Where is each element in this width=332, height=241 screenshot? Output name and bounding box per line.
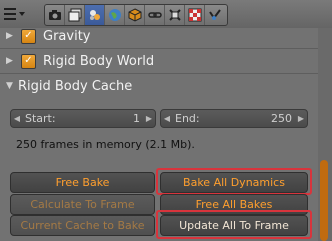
- tab-texture[interactable]: [185, 5, 205, 25]
- cache-end-field[interactable]: ◀ End: 250 ▶: [160, 109, 308, 128]
- bake-all-dynamics-button[interactable]: Bake All Dynamics: [160, 172, 308, 193]
- current-cache-to-bake-button[interactable]: Current Cache to Bake: [10, 215, 155, 236]
- decrement-arrow-icon[interactable]: ◀: [11, 114, 23, 123]
- rigid-body-cache-subpanel-header[interactable]: ▼ Rigid Body Cache: [6, 74, 132, 98]
- rigid-body-world-checkbox[interactable]: ✓: [21, 53, 36, 69]
- tab-modifiers[interactable]: [205, 5, 225, 25]
- collapse-triangle-icon[interactable]: ▼: [6, 81, 16, 91]
- rigid-body-world-subpanel-header[interactable]: ▶ ✓ Rigid Body World: [6, 49, 154, 73]
- start-value: 1: [133, 112, 140, 125]
- texture-icon: [188, 8, 201, 22]
- start-label: Start:: [25, 112, 56, 125]
- tab-object-relations[interactable]: [145, 5, 165, 25]
- expand-triangle-icon[interactable]: ▶: [6, 31, 16, 41]
- cube-icon: [128, 8, 141, 22]
- gravity-label: Gravity: [43, 28, 91, 44]
- tab-render[interactable]: [45, 5, 65, 25]
- tab-render-layers[interactable]: [65, 5, 85, 25]
- modifier-icon: [209, 9, 221, 20]
- constraint-icon: [168, 9, 181, 21]
- layers-icon: [68, 8, 81, 22]
- link-icon: [147, 12, 162, 18]
- panel-menu-icon[interactable]: [4, 7, 26, 21]
- increment-arrow-icon[interactable]: ▶: [143, 114, 155, 123]
- cache-start-field[interactable]: ◀ Start: 1 ▶: [10, 109, 156, 128]
- calculate-to-frame-button[interactable]: Calculate To Frame: [10, 194, 155, 215]
- context-tabs: [44, 4, 228, 26]
- expand-triangle-icon[interactable]: ▶: [6, 56, 16, 66]
- world-icon: [108, 9, 121, 21]
- decrement-arrow-icon[interactable]: ◀: [161, 114, 173, 123]
- tab-constraints[interactable]: [165, 5, 185, 25]
- rigid-body-world-label: Rigid Body World: [43, 53, 155, 69]
- tab-scene[interactable]: [85, 5, 105, 25]
- scene-icon: [89, 10, 100, 20]
- update-all-to-frame-button[interactable]: Update All To Frame: [160, 215, 308, 236]
- end-label: End:: [175, 112, 200, 125]
- free-bake-button[interactable]: Free Bake: [10, 172, 155, 193]
- end-value: 250: [271, 112, 292, 125]
- gravity-checkbox[interactable]: ✓: [21, 28, 36, 44]
- rigid-body-cache-label: Rigid Body Cache: [18, 78, 133, 94]
- tab-object[interactable]: [125, 5, 145, 25]
- camera-icon: [48, 10, 61, 20]
- gravity-subpanel-header[interactable]: ▶ ✓ Gravity: [6, 24, 90, 48]
- scrollbar-thumb[interactable]: [320, 160, 328, 241]
- tab-world[interactable]: [105, 5, 125, 25]
- increment-arrow-icon[interactable]: ▶: [295, 114, 307, 123]
- cache-memory-info: 250 frames in memory (2.1 Mb).: [16, 138, 195, 151]
